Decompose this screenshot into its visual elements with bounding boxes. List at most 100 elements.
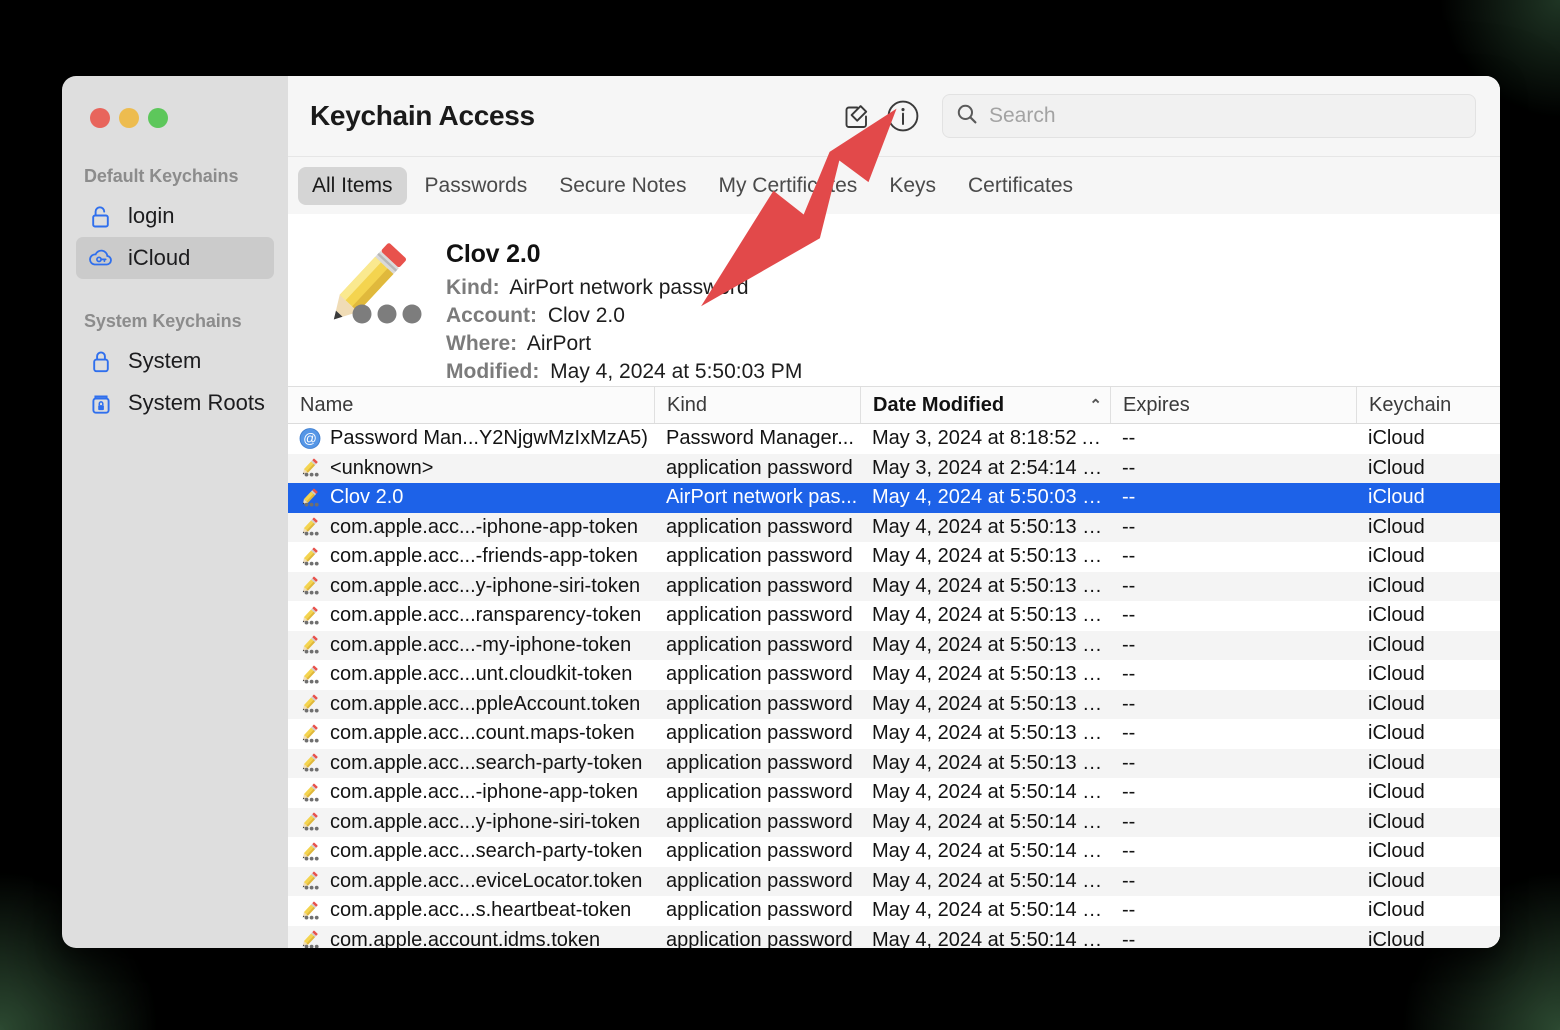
table-cell-expires: -- (1122, 928, 1136, 948)
column-header-kind[interactable]: Kind (654, 387, 860, 423)
tab-keys[interactable]: Keys (875, 167, 950, 205)
compose-icon[interactable] (834, 93, 880, 139)
table-cell-expires: -- (1122, 869, 1136, 892)
table-cell-name-label: com.apple.acc...ransparency-token (330, 604, 642, 627)
table-cell-name-label: com.apple.acc...-my-iphone-token (330, 633, 632, 656)
close-button[interactable] (90, 108, 110, 128)
table-row[interactable]: com.apple.acc...ppleAccount.token applica… (288, 689, 1500, 719)
table-cell-name-label: com.apple.acc...eviceLocator.token (330, 869, 643, 892)
table-row[interactable]: com.apple.acc...search-party-token applic… (288, 748, 1500, 778)
table-cell-keychain: iCloud (1368, 899, 1425, 922)
table-cell-keychain: iCloud (1368, 456, 1425, 479)
table-cell-date: May 4, 2024 at 5:50:03 PM (872, 486, 1110, 509)
item-detail-fields: Clov 2.0 Kind: AirPort network password … (446, 232, 802, 386)
pencil-icon (299, 664, 321, 686)
table-row[interactable]: com.apple.acc...s.heartbeat-token applica… (288, 896, 1500, 926)
sidebar-item-label: System (128, 348, 202, 373)
column-header-date-modified[interactable]: Date Modified ⌃ (860, 387, 1110, 423)
pencil-icon (299, 634, 321, 656)
table-row[interactable]: com.apple.acc...y-iphone-siri-token appli… (288, 571, 1500, 601)
search-placeholder: Search (989, 104, 1056, 127)
table-row[interactable]: @ Password Man...Y2NjgwMzIxMzA5) Password … (288, 424, 1500, 454)
item-detail-title: Clov 2.0 (446, 240, 541, 268)
table-cell-name: com.apple.acc...-friends-app-token (288, 545, 654, 568)
pencil-icon (299, 546, 321, 568)
minimize-button[interactable] (119, 108, 139, 128)
sidebar-item-login[interactable]: login (76, 195, 274, 237)
info-icon[interactable] (880, 93, 926, 139)
table-row[interactable]: com.apple.acc...-iphone-app-token applica… (288, 512, 1500, 542)
table-cell-date: May 4, 2024 at 5:50:13 PM (872, 663, 1110, 686)
pencil-icon (299, 457, 321, 479)
table-cell-keychain: iCloud (1368, 545, 1425, 568)
table-row[interactable]: com.apple.acc...-friends-app-token applic… (288, 542, 1500, 572)
table-cell-kind: Password Manager... (666, 427, 854, 450)
item-detail-account-label: Account: (446, 304, 537, 327)
table-cell-name-label: com.apple.acc...unt.cloudkit-token (330, 663, 633, 686)
table-cell-keychain: iCloud (1368, 751, 1425, 774)
tab-secure-notes[interactable]: Secure Notes (545, 167, 700, 205)
column-header-name[interactable]: Name (288, 387, 654, 423)
table-row[interactable]: com.apple.acc...-iphone-app-token applica… (288, 778, 1500, 808)
table-cell-expires: -- (1122, 486, 1136, 509)
table-cell-name-label: com.apple.acc...s.heartbeat-token (330, 899, 632, 922)
column-header-expires[interactable]: Expires (1110, 387, 1356, 423)
window-traffic-lights (62, 76, 288, 128)
table-cell-kind: application password (666, 840, 853, 863)
search-icon (955, 102, 979, 131)
table-cell-expires: -- (1122, 840, 1136, 863)
unlocked-padlock-icon (88, 203, 114, 229)
table-row[interactable]: com.apple.acc...y-iphone-siri-token appli… (288, 807, 1500, 837)
table-cell-keychain: iCloud (1368, 515, 1425, 538)
table-cell-name: com.apple.acc...count.maps-token (288, 722, 654, 745)
table-cell-name-label: com.apple.acc...search-party-token (330, 751, 643, 774)
sidebar-item-system-roots[interactable]: System Roots (76, 382, 274, 424)
zoom-button[interactable] (148, 108, 168, 128)
item-detail-kind-value: AirPort network password (509, 276, 749, 299)
table-cell-expires: -- (1122, 633, 1136, 656)
sidebar-item-label: iCloud (128, 245, 191, 270)
table-row[interactable]: com.apple.acc...eviceLocator.token applic… (288, 866, 1500, 896)
table-cell-kind: application password (666, 515, 853, 538)
column-header-keychain[interactable]: Keychain (1356, 387, 1500, 423)
tab-passwords[interactable]: Passwords (411, 167, 542, 205)
pencil-icon (299, 870, 321, 892)
pencil-icon (299, 929, 321, 948)
tab-my-certificates[interactable]: My Certificates (704, 167, 871, 205)
item-detail-where-value: AirPort (526, 332, 592, 355)
table-cell-date: May 4, 2024 at 5:50:14 PM (872, 840, 1110, 863)
table-row[interactable]: com.apple.acc...search-party-token applic… (288, 837, 1500, 867)
table-cell-keychain: iCloud (1368, 604, 1425, 627)
sort-ascending-caret-icon: ⌃ (1089, 397, 1102, 414)
table-row[interactable]: com.apple.acc...unt.cloudkit-token applic… (288, 660, 1500, 690)
search-input[interactable]: Search (942, 94, 1476, 138)
table-cell-name-label: com.apple.acc...-iphone-app-token (330, 515, 638, 538)
pencil-icon (299, 752, 321, 774)
table-cell-date: May 4, 2024 at 5:50:13 PM (872, 751, 1110, 774)
table-cell-keychain: iCloud (1368, 928, 1425, 948)
item-detail-panel: Clov 2.0 Kind: AirPort network password … (288, 214, 1500, 386)
table-cell-name-label: <unknown> (330, 456, 434, 479)
tab-certificates[interactable]: Certificates (954, 167, 1087, 205)
table-row[interactable]: <unknown> application password May 3, 2024… (288, 453, 1500, 483)
table-cell-kind: application password (666, 928, 853, 948)
sidebar-item-icloud[interactable]: iCloud (76, 237, 274, 279)
table-cell-kind: application password (666, 810, 853, 833)
sidebar-item-system[interactable]: System (76, 340, 274, 382)
item-detail-modified: Modified: May 4, 2024 at 5:50:03 PM (446, 358, 802, 386)
table-row[interactable]: Clov 2.0 AirPort network pas... May 4, 202… (288, 483, 1500, 513)
table-cell-kind: application password (666, 604, 853, 627)
table-row[interactable]: com.apple.acc...ransparency-token applica… (288, 601, 1500, 631)
table-row[interactable]: com.apple.acc...count.maps-token applicat… (288, 719, 1500, 749)
pencil-icon (299, 487, 321, 509)
table-row[interactable]: com.apple.acc...-my-iphone-token applicat… (288, 630, 1500, 660)
table-cell-expires: -- (1122, 515, 1136, 538)
sidebar: Default Keychains login iCloud System Ke… (62, 76, 288, 948)
table-cell-name: @ Password Man...Y2NjgwMzIxMzA5) (288, 427, 654, 450)
table-row[interactable]: com.apple.account.idms.token application … (288, 925, 1500, 948)
table-cell-name-label: Password Man...Y2NjgwMzIxMzA5) (330, 427, 648, 450)
table-cell-name: com.apple.acc...unt.cloudkit-token (288, 663, 654, 686)
table-cell-expires: -- (1122, 899, 1136, 922)
tab-all-items[interactable]: All Items (298, 166, 407, 205)
item-detail-kind-label: Kind: (446, 276, 500, 299)
